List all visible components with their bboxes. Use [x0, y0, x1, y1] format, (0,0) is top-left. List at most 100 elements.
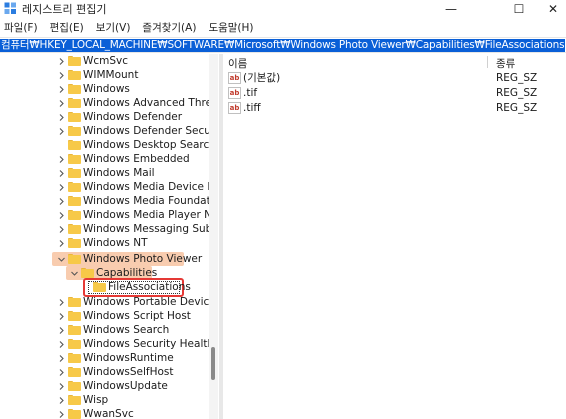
tree-item[interactable]: Windows Defender [0, 110, 210, 124]
chevron-down-icon[interactable] [57, 255, 66, 264]
tree-item-label: Windows Photo Viewer [83, 253, 203, 265]
tree-item-label: FileAssociations [108, 281, 191, 293]
folder-icon [68, 367, 81, 377]
chevron-right-icon[interactable] [57, 211, 66, 220]
chevron-right-icon[interactable] [57, 57, 66, 66]
tree-item[interactable]: Windows Security Health [0, 337, 214, 351]
menu-view[interactable]: 보기(V) [96, 20, 131, 35]
chevron-right-icon[interactable] [57, 410, 66, 419]
chevron-right-icon[interactable] [57, 197, 66, 206]
tree-item-fileassociations[interactable]: FileAssociations [0, 280, 210, 294]
chevron-right-icon[interactable] [57, 99, 66, 108]
menu-edit[interactable]: 편집(E) [50, 20, 84, 35]
close-icon: ✕ [547, 1, 559, 16]
folder-icon [68, 70, 81, 80]
tree-item-label: WindowsSelfHost [83, 366, 174, 378]
chevron-right-icon[interactable] [57, 239, 66, 248]
folder-icon [68, 154, 81, 164]
tree-item-label: Windows Defender [83, 111, 183, 123]
tree-item[interactable]: Windows Media Player NSS [0, 208, 218, 222]
chevron-down-icon[interactable] [70, 269, 79, 278]
menu-file[interactable]: 파일(F) [4, 20, 38, 35]
value-type: REG_SZ [496, 102, 538, 114]
chevron-right-icon[interactable] [57, 396, 66, 405]
key-tree[interactable]: WcmSvc WIMMount Windows Windows Advanced… [0, 54, 218, 419]
tree-item-label: WcmSvc [83, 55, 129, 67]
chevron-right-icon[interactable] [57, 368, 66, 377]
value-row[interactable]: ab .tiff REG_SZ [228, 101, 558, 116]
tree-item[interactable]: WindowsSelfHost [0, 365, 210, 379]
tree-item-label: Windows Security Health [83, 338, 215, 350]
folder-icon [68, 238, 81, 248]
tree-scrollbar-thumb[interactable] [211, 347, 215, 380]
tree-item[interactable]: Windows Messaging Subsys [0, 222, 218, 236]
chevron-right-icon[interactable] [57, 326, 66, 335]
chevron-right-icon[interactable] [57, 113, 66, 122]
folder-icon [68, 140, 81, 150]
minimize-icon: — [445, 1, 457, 16]
column-header-type[interactable]: 종류 [496, 56, 515, 71]
folder-icon [68, 56, 81, 66]
tree-item[interactable]: Windows Portable Devices [0, 295, 218, 309]
tree-item[interactable]: Windows Script Host [0, 309, 210, 323]
address-path[interactable]: 컴퓨터₩HKEY_LOCAL_MACHINE₩SOFTWARE₩Microsof… [0, 39, 566, 52]
tree-item[interactable]: WindowsRuntime [0, 351, 210, 365]
value-row[interactable]: ab .tif REG_SZ [228, 86, 558, 101]
chevron-right-icon[interactable] [57, 225, 66, 234]
tree-item[interactable]: Windows Defender Security [0, 124, 218, 138]
chevron-right-icon[interactable] [57, 312, 66, 321]
tree-item[interactable]: Windows Desktop Search [0, 138, 216, 152]
folder-icon [68, 168, 81, 178]
tree-item[interactable]: Windows NT [0, 236, 210, 250]
tree-item[interactable]: Windows Embedded [0, 152, 210, 166]
chevron-right-icon[interactable] [57, 340, 66, 349]
chevron-right-icon[interactable] [57, 183, 66, 192]
tree-item[interactable]: WwanSvc [0, 407, 210, 419]
chevron-right-icon[interactable] [57, 382, 66, 391]
column-header-name[interactable]: 이름 [228, 56, 247, 71]
minimize-button[interactable]: — [428, 0, 474, 17]
tree-item[interactable]: Windows Mail [0, 166, 210, 180]
folder-open-icon [81, 268, 94, 278]
tree-item-label: Windows Defender Security [83, 125, 218, 137]
tree-item[interactable]: WindowsUpdate [0, 379, 210, 393]
tree-item[interactable]: WcmSvc [0, 54, 210, 68]
tree-item[interactable]: Windows [0, 82, 210, 96]
tree-item-label: Windows Media Foundation [83, 195, 218, 207]
tree-item-label: Windows Media Device Mar [83, 181, 218, 193]
menu-help[interactable]: 도움말(H) [208, 20, 253, 35]
chevron-right-icon[interactable] [57, 127, 66, 136]
column-divider[interactable] [487, 56, 488, 68]
folder-icon [68, 409, 81, 419]
menu-favorites[interactable]: 즐겨찾기(A) [142, 20, 196, 35]
tree-item-label: WindowsUpdate [83, 380, 168, 392]
tree-item-label: Windows [83, 83, 130, 95]
tree-item[interactable]: Windows Media Foundation [0, 194, 218, 208]
tree-item-label: WwanSvc [83, 408, 134, 419]
maximize-button[interactable]: ☐ [496, 0, 542, 17]
tree-item[interactable]: Windows Advanced Threat P [0, 96, 218, 110]
chevron-right-icon[interactable] [57, 155, 66, 164]
folder-icon [93, 282, 106, 292]
chevron-right-icon[interactable] [57, 298, 66, 307]
chevron-right-icon[interactable] [57, 169, 66, 178]
tree-item[interactable]: WIMMount [0, 68, 210, 82]
folder-icon [68, 196, 81, 206]
chevron-right-icon[interactable] [57, 85, 66, 94]
menu-bar: 파일(F) 편집(E) 보기(V) 즐겨찾기(A) 도움말(H) [0, 18, 566, 36]
close-button[interactable]: ✕ [540, 0, 566, 17]
tree-item[interactable]: Windows Search [0, 323, 210, 337]
tree-item[interactable]: Windows Media Device Mar [0, 180, 218, 194]
folder-icon [68, 210, 81, 220]
folder-icon [68, 126, 81, 136]
chevron-right-icon[interactable] [57, 354, 66, 363]
value-type: REG_SZ [496, 72, 538, 84]
tree-item[interactable]: Wisp [0, 393, 210, 407]
tree-item-windows-photo-viewer[interactable]: Windows Photo Viewer [0, 252, 210, 266]
tree-item-label: Windows Script Host [83, 310, 191, 322]
value-row[interactable]: ab (기본값) REG_SZ [228, 71, 558, 86]
folder-icon [68, 224, 81, 234]
tree-item-label: Windows Advanced Threat P [83, 97, 218, 109]
address-bar[interactable]: 컴퓨터₩HKEY_LOCAL_MACHINE₩SOFTWARE₩Microsof… [0, 37, 566, 53]
chevron-right-icon[interactable] [57, 71, 66, 80]
